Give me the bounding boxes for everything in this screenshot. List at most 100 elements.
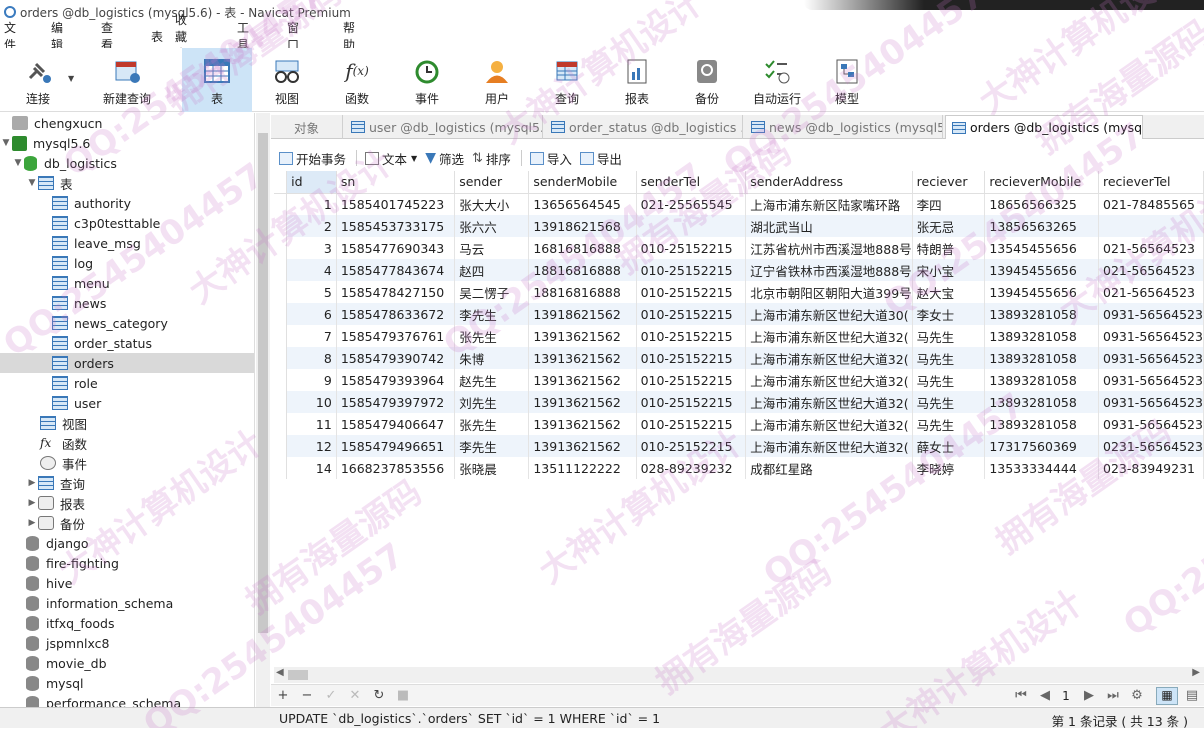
table-cell[interactable]: 12: [286, 435, 337, 457]
table-cell[interactable]: 李四: [912, 193, 986, 215]
page-number[interactable]: 1: [1061, 689, 1071, 703]
table-cell[interactable]: 0931-56564523: [1098, 347, 1204, 369]
table-row[interactable]: 14 1668237853556 张晓晨 13511122222 028-8923923…: [274, 457, 1204, 479]
collapse-arrow-icon[interactable]: ▼: [12, 158, 24, 168]
sort-button[interactable]: ⇅ 排序: [472, 149, 511, 168]
expand-arrow-icon[interactable]: ▶: [26, 498, 38, 508]
table-cell[interactable]: 赵四: [454, 259, 530, 281]
automation-button[interactable]: 自动运行: [748, 48, 806, 112]
table-cell[interactable]: 成都红星路: [745, 457, 913, 479]
table-cell[interactable]: 上海市浦东新区陆家嘴环路: [745, 193, 913, 215]
table-row[interactable]: 11 1585479406647 张先生 13913621562 010-2515221…: [274, 413, 1204, 435]
delete-record-icon[interactable]: −: [295, 688, 319, 703]
row-indicator[interactable]: [274, 281, 288, 303]
table-cell[interactable]: 张先生: [454, 325, 530, 347]
table-cell[interactable]: 李女士: [912, 303, 986, 325]
table-cell[interactable]: 13511122222: [528, 457, 637, 479]
scroll-right-icon[interactable]: ▶: [1192, 667, 1200, 678]
row-indicator[interactable]: [274, 435, 288, 457]
table-cell[interactable]: 13893281058: [984, 303, 1099, 325]
table-cell[interactable]: 张先生: [454, 413, 530, 435]
table-cell[interactable]: 1585479393964: [336, 369, 456, 391]
table-row[interactable]: 9 1585479393964 赵先生 13913621562 010-25152215…: [274, 369, 1204, 391]
tab-orders[interactable]: orders @db_logistics (mysq...: [945, 115, 1143, 139]
table-row[interactable]: 12 1585479496651 李先生 13913621562 010-2515221…: [274, 435, 1204, 457]
table-cell[interactable]: 张六六: [454, 215, 530, 237]
table-row[interactable]: 5 1585478427150 吴二愣子 18816816888 010-2515221…: [274, 281, 1204, 303]
grid-view-icon[interactable]: ▦: [1156, 687, 1178, 705]
table-cell[interactable]: 0931-56564523: [1098, 303, 1204, 325]
tree-database-item[interactable]: django: [0, 533, 254, 553]
table-cell[interactable]: 023-83949231: [1098, 457, 1204, 479]
table-row[interactable]: ▶11585401745223张大大小13656564545021-255655…: [274, 193, 1204, 215]
table-cell[interactable]: 010-25152215: [636, 391, 747, 413]
table-cell[interactable]: 18816816888: [528, 281, 637, 303]
sidebar-scrollbar[interactable]: [256, 113, 270, 708]
table-cell[interactable]: 021-56564523: [1098, 281, 1204, 303]
table-row[interactable]: 3 1585477690343 马云 16816816888 010-25152215 江…: [274, 237, 1204, 259]
sidebar-scroll-thumb[interactable]: [258, 133, 268, 633]
table-cell[interactable]: 1585477843674: [336, 259, 456, 281]
table-cell[interactable]: 吴二愣子: [454, 281, 530, 303]
table-row[interactable]: 8 1585479390742 朱博 13913621562 010-25152215 上…: [274, 347, 1204, 369]
table-cell[interactable]: [1098, 215, 1204, 237]
report-button[interactable]: 报表: [612, 48, 662, 112]
table-cell[interactable]: 1585478633672: [336, 303, 456, 325]
table-row[interactable]: 6 1585478633672 李先生 13918621562 010-25152215…: [274, 303, 1204, 325]
tree-backups[interactable]: ▶ 备份: [0, 513, 254, 533]
table-cell[interactable]: 13533334444: [984, 457, 1099, 479]
table-cell[interactable]: 3: [286, 237, 337, 259]
table-cell[interactable]: 14: [286, 457, 337, 479]
table-cell[interactable]: 8: [286, 347, 337, 369]
add-record-icon[interactable]: +: [271, 688, 295, 703]
tree-table-item[interactable]: news_category: [0, 313, 254, 333]
table-cell[interactable]: 010-25152215: [636, 413, 747, 435]
begin-transaction-button[interactable]: 开始事务: [279, 149, 346, 168]
table-row[interactable]: 2 1585453733175 张六六 13918621568 湖北武当山 张无忌 1385…: [274, 215, 1204, 237]
table-cell[interactable]: 010-25152215: [636, 259, 747, 281]
table-cell[interactable]: 张大大小: [454, 193, 530, 215]
table-cell[interactable]: 1585477690343: [336, 237, 456, 259]
table-cell[interactable]: 马先生: [912, 369, 986, 391]
filter-button[interactable]: ▼ 筛选: [425, 149, 464, 168]
tree-views[interactable]: 视图: [0, 413, 254, 433]
table-cell[interactable]: 9: [286, 369, 337, 391]
column-header[interactable]: senderTel: [636, 171, 747, 194]
event-button[interactable]: 事件: [402, 48, 452, 112]
table-cell[interactable]: 13913621562: [528, 369, 637, 391]
column-header[interactable]: sn: [336, 171, 456, 194]
table-cell[interactable]: 7: [286, 325, 337, 347]
table-cell[interactable]: 021-56564523: [1098, 237, 1204, 259]
expand-arrow-icon[interactable]: ▶: [26, 518, 38, 528]
column-header[interactable]: id: [286, 171, 337, 194]
row-indicator[interactable]: [274, 391, 288, 413]
tree-events[interactable]: 事件: [0, 453, 254, 473]
row-indicator[interactable]: [274, 215, 288, 237]
table-button[interactable]: 表: [182, 48, 252, 112]
tree-table-item[interactable]: order_status: [0, 333, 254, 353]
table-cell[interactable]: 13913621562: [528, 325, 637, 347]
discard-changes-icon[interactable]: ✕: [343, 688, 367, 703]
table-cell[interactable]: 17317560369: [984, 435, 1099, 457]
table-cell[interactable]: 马先生: [912, 391, 986, 413]
table-cell[interactable]: 上海市浦东新区世纪大道30(: [745, 303, 913, 325]
tree-database-item[interactable]: information_schema: [0, 593, 254, 613]
table-cell[interactable]: 6: [286, 303, 337, 325]
table-cell[interactable]: 张晓晨: [454, 457, 530, 479]
text-button[interactable]: 文本 ▼: [365, 149, 417, 168]
table-cell[interactable]: 13893281058: [984, 369, 1099, 391]
new-query-button[interactable]: 新建查询: [84, 48, 170, 112]
query-button[interactable]: 查询: [542, 48, 592, 112]
column-header[interactable]: senderMobile: [528, 171, 637, 194]
export-button[interactable]: 导出: [579, 149, 622, 168]
table-cell[interactable]: 马先生: [912, 413, 986, 435]
tree-table-item[interactable]: menu: [0, 273, 254, 293]
tab-objects[interactable]: 对象: [271, 115, 343, 139]
table-cell[interactable]: 13913621562: [528, 413, 637, 435]
tree-database-item[interactable]: mysql: [0, 673, 254, 693]
table-cell[interactable]: 1585479496651: [336, 435, 456, 457]
table-cell[interactable]: 13913621562: [528, 347, 637, 369]
table-cell[interactable]: 13893281058: [984, 325, 1099, 347]
tree-tables-group[interactable]: ▼ 表: [0, 173, 254, 193]
row-indicator[interactable]: [274, 457, 288, 479]
